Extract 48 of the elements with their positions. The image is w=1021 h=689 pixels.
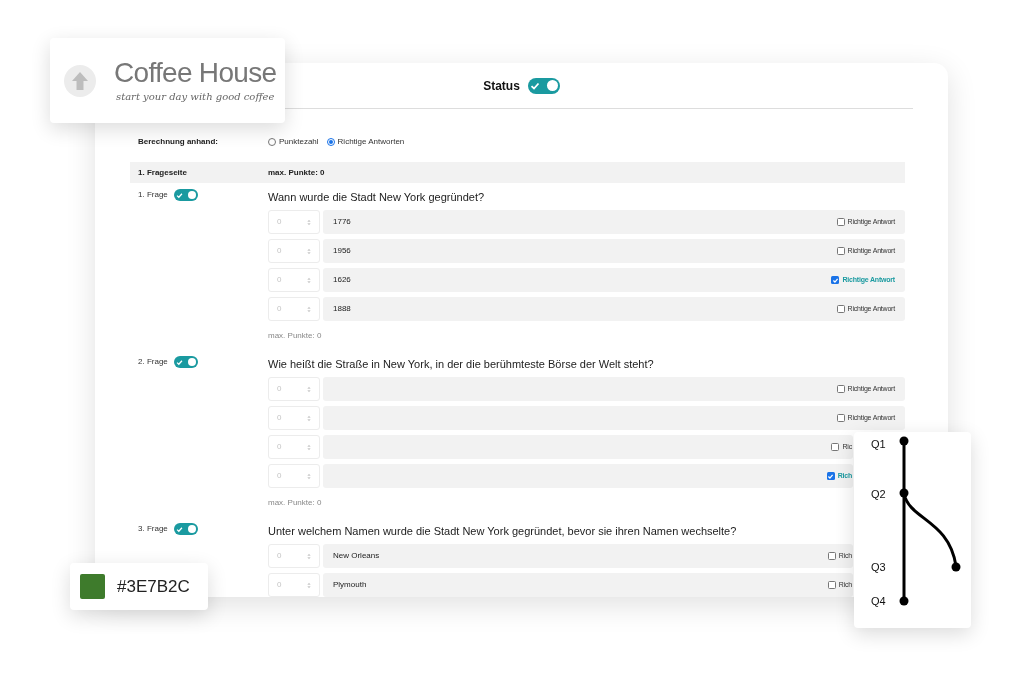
spinner-arrows-icon: [307, 385, 311, 393]
question-text: Unter welchem Namen wurde die Stadt New York gegründet, bevor sie ihren Namen wechselte?: [268, 523, 737, 539]
calculation-radio[interactable]: Punktezahl: [268, 136, 319, 148]
correct-answer-checkbox[interactable]: [836, 414, 845, 422]
toggle-switch[interactable]: [173, 523, 198, 535]
toggle-switch[interactable]: [173, 189, 198, 201]
max-points-text: max. Punkte: 0: [268, 497, 322, 509]
page-max-points: max. Punkte: 0: [268, 166, 326, 179]
correct-answer-checkbox[interactable]: [836, 305, 845, 313]
spinner-arrows-icon: [307, 443, 311, 451]
logo-tagline: start your day with good coffee: [116, 90, 275, 104]
correct-answer-checkbox[interactable]: [831, 443, 840, 451]
check-icon: [175, 191, 183, 199]
spinner-arrows-icon: [307, 414, 311, 422]
question-number: 1. Frage: [138, 189, 168, 201]
node-label: Q3: [871, 561, 886, 573]
question-text: Wie heißt die Straße in New York, in der die berühmteste Börse der Welt steht?: [268, 356, 654, 372]
toggle-switch[interactable]: [527, 77, 560, 94]
calculation-radio[interactable]: Richtige Antworten: [326, 136, 405, 148]
correct-answer-checkbox[interactable]: [827, 552, 836, 560]
check-icon: [175, 358, 183, 366]
spinner-arrows-icon: [307, 218, 311, 226]
spinner-arrows-icon: [307, 472, 311, 480]
correct-answer-checkbox[interactable]: [836, 218, 845, 226]
max-points-text: max. Punkte: 0: [268, 330, 322, 342]
correct-answer-checkbox[interactable]: [827, 581, 836, 589]
node-label: Q1: [871, 438, 886, 450]
spinner-arrows-icon: [307, 247, 311, 255]
calculation-label: Berechnung anhand:: [137, 136, 219, 148]
status-label: Status: [483, 77, 520, 95]
question-number: 2. Frage: [138, 356, 168, 368]
correct-answer-checkbox[interactable]: [836, 247, 845, 255]
question-text: Wann wurde die Stadt New York gegründet?: [268, 189, 485, 205]
node-label: Q2: [871, 488, 886, 500]
correct-answer-checkbox[interactable]: [836, 385, 845, 393]
spinner-arrows-icon: [307, 581, 311, 589]
page-title: 1. Frageseite: [137, 166, 188, 179]
node-label: Q4: [871, 595, 886, 607]
upload-icon: [64, 64, 96, 97]
question-number: 3. Frage: [138, 523, 168, 535]
check-icon: [175, 525, 183, 533]
logo-title: Coffee House: [114, 57, 277, 89]
spinner-arrows-icon: [307, 552, 311, 560]
check-icon: [529, 80, 540, 91]
spinner-arrows-icon: [307, 305, 311, 313]
spinner-arrows-icon: [307, 276, 311, 284]
color-hex: #3E7B2C: [117, 575, 190, 598]
toggle-switch[interactable]: [173, 356, 198, 368]
